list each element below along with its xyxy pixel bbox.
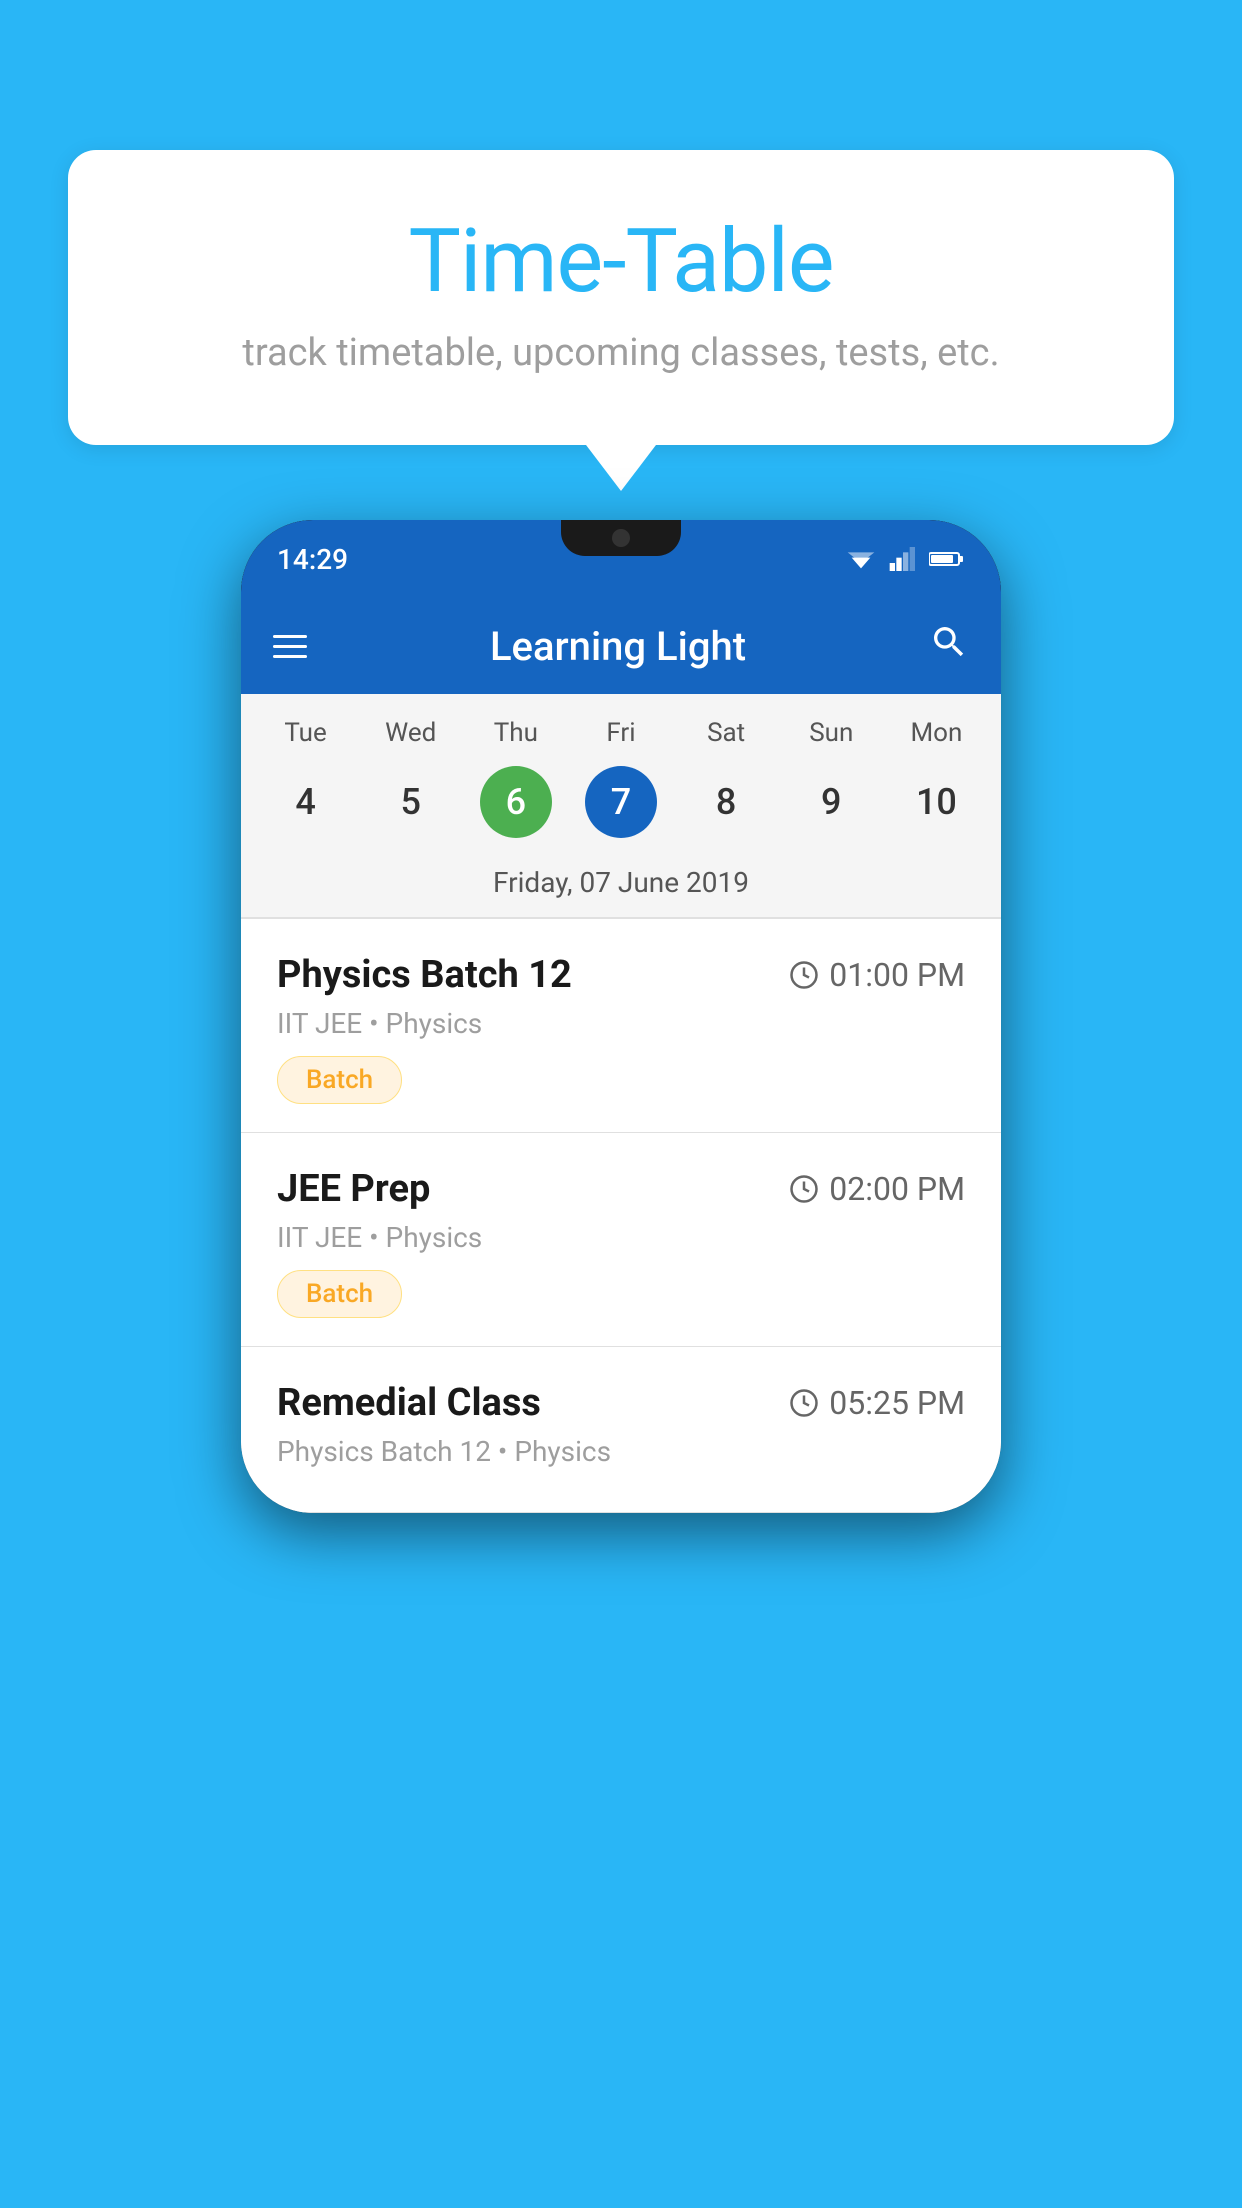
app-header: Learning Light: [241, 598, 1001, 694]
schedule-item-3-subtitle: Physics Batch 12 • Physics: [277, 1435, 965, 1468]
calendar-day-7-selected[interactable]: 7: [585, 766, 657, 838]
phone-frame: 14:29: [241, 520, 1001, 1513]
schedule-item-2-subtitle: IIT JEE • Physics: [277, 1221, 965, 1254]
status-icons: [845, 547, 965, 571]
speech-bubble: Time-Table track timetable, upcoming cla…: [68, 150, 1174, 445]
schedule-item-1-header: Physics Batch 12 01:00 PM: [277, 953, 965, 997]
hamburger-line-2: [273, 645, 307, 648]
hamburger-menu-button[interactable]: [273, 635, 307, 658]
search-button[interactable]: [929, 622, 969, 671]
clock-icon-3: [789, 1388, 819, 1418]
camera: [612, 529, 630, 547]
schedule-item-2[interactable]: JEE Prep 02:00 PM IIT JEE • Physics Batc…: [241, 1133, 1001, 1347]
status-time: 14:29: [277, 543, 348, 576]
schedule-item-3[interactable]: Remedial Class 05:25 PM Physics Batch 12…: [241, 1347, 1001, 1513]
schedule-item-3-time-container: 05:25 PM: [789, 1384, 965, 1422]
day-label-fri: Fri: [568, 718, 673, 758]
wifi-icon: [845, 547, 877, 571]
schedule-item-1-badge: Batch: [277, 1056, 402, 1104]
bubble-title: Time-Table: [148, 210, 1094, 313]
calendar-strip[interactable]: Tue Wed Thu Fri Sat Sun Mon 4 5 6 7 8 9 …: [241, 694, 1001, 917]
calendar-day-5[interactable]: 5: [375, 766, 447, 838]
day-label-sun: Sun: [779, 718, 884, 758]
schedule-item-1-subtitle: IIT JEE • Physics: [277, 1007, 965, 1040]
schedule-item-1[interactable]: Physics Batch 12 01:00 PM IIT JEE • Phys…: [241, 919, 1001, 1133]
day-label-tue: Tue: [253, 718, 358, 758]
clock-icon-1: [789, 960, 819, 990]
day-label-wed: Wed: [358, 718, 463, 758]
calendar-day-4[interactable]: 4: [270, 766, 342, 838]
bubble-subtitle: track timetable, upcoming classes, tests…: [148, 331, 1094, 375]
status-bar: 14:29: [241, 520, 1001, 598]
schedule-item-2-badge: Batch: [277, 1270, 402, 1318]
search-icon: [929, 622, 969, 662]
schedule-item-2-title: JEE Prep: [277, 1167, 430, 1211]
signal-icon: [889, 547, 917, 571]
phone-notch: [561, 520, 681, 556]
schedule-item-1-time: 01:00 PM: [829, 956, 965, 994]
day-labels: Tue Wed Thu Fri Sat Sun Mon: [241, 718, 1001, 758]
phone-screen: Tue Wed Thu Fri Sat Sun Mon 4 5 6 7 8 9 …: [241, 694, 1001, 1513]
schedule-list: Physics Batch 12 01:00 PM IIT JEE • Phys…: [241, 919, 1001, 1513]
calendar-day-6-today[interactable]: 6: [480, 766, 552, 838]
schedule-item-2-time: 02:00 PM: [829, 1170, 965, 1208]
phone-wrapper: 14:29: [241, 520, 1001, 1513]
schedule-item-2-time-container: 02:00 PM: [789, 1170, 965, 1208]
calendar-day-10[interactable]: 10: [900, 766, 972, 838]
hamburger-line-1: [273, 635, 307, 638]
day-label-thu: Thu: [463, 718, 568, 758]
battery-icon: [929, 547, 965, 571]
schedule-item-3-header: Remedial Class 05:25 PM: [277, 1381, 965, 1425]
schedule-item-1-time-container: 01:00 PM: [789, 956, 965, 994]
app-title: Learning Light: [490, 623, 746, 670]
day-label-sat: Sat: [674, 718, 779, 758]
day-label-mon: Mon: [884, 718, 989, 758]
hamburger-line-3: [273, 655, 307, 658]
day-numbers[interactable]: 4 5 6 7 8 9 10: [241, 758, 1001, 854]
calendar-day-9[interactable]: 9: [795, 766, 867, 838]
speech-bubble-wrapper: Time-Table track timetable, upcoming cla…: [68, 150, 1174, 445]
calendar-day-8[interactable]: 8: [690, 766, 762, 838]
schedule-item-3-title: Remedial Class: [277, 1381, 541, 1425]
selected-date-label: Friday, 07 June 2019: [241, 854, 1001, 917]
schedule-item-1-title: Physics Batch 12: [277, 953, 572, 997]
clock-icon-2: [789, 1174, 819, 1204]
schedule-item-2-header: JEE Prep 02:00 PM: [277, 1167, 965, 1211]
schedule-item-3-time: 05:25 PM: [829, 1384, 965, 1422]
